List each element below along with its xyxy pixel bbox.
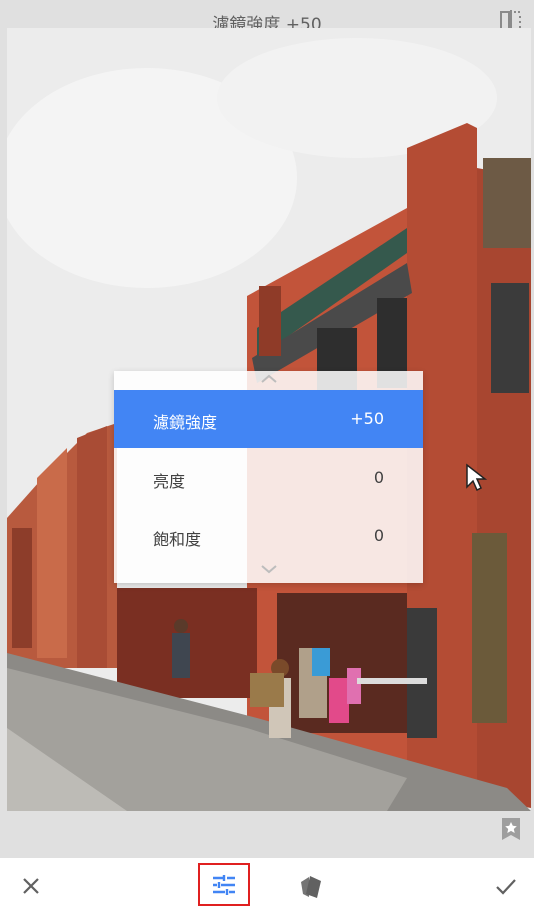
menu-item-brightness[interactable]: 亮度 0 [114,449,423,507]
mouse-cursor-icon [466,463,487,492]
apply-button[interactable] [488,868,524,904]
check-icon [496,879,516,895]
tools-button[interactable] [198,863,250,906]
adjustment-menu: 濾鏡強度 +50 亮度 0 飽和度 0 [114,371,423,583]
bottom-toolbar [0,858,534,913]
menu-item-label: 濾鏡強度 [153,413,218,432]
styles-button[interactable] [293,868,329,904]
menu-item-value: 0 [373,526,384,545]
chevron-up-icon [114,373,423,391]
menu-item-value: +50 [350,409,384,428]
menu-item-value: 0 [373,468,384,487]
chevron-down-icon [114,563,423,581]
menu-item-label: 亮度 [153,472,186,491]
menu-item-saturation[interactable]: 飽和度 0 [114,507,423,565]
tune-sliders-icon [213,875,235,895]
cancel-button[interactable] [13,868,49,904]
styles-cards-icon [301,876,321,898]
star-bookmark-icon[interactable] [501,817,521,841]
menu-item-label: 飽和度 [153,530,202,549]
close-icon [23,878,39,894]
menu-item-filter-strength[interactable]: 濾鏡強度 +50 [114,390,423,448]
